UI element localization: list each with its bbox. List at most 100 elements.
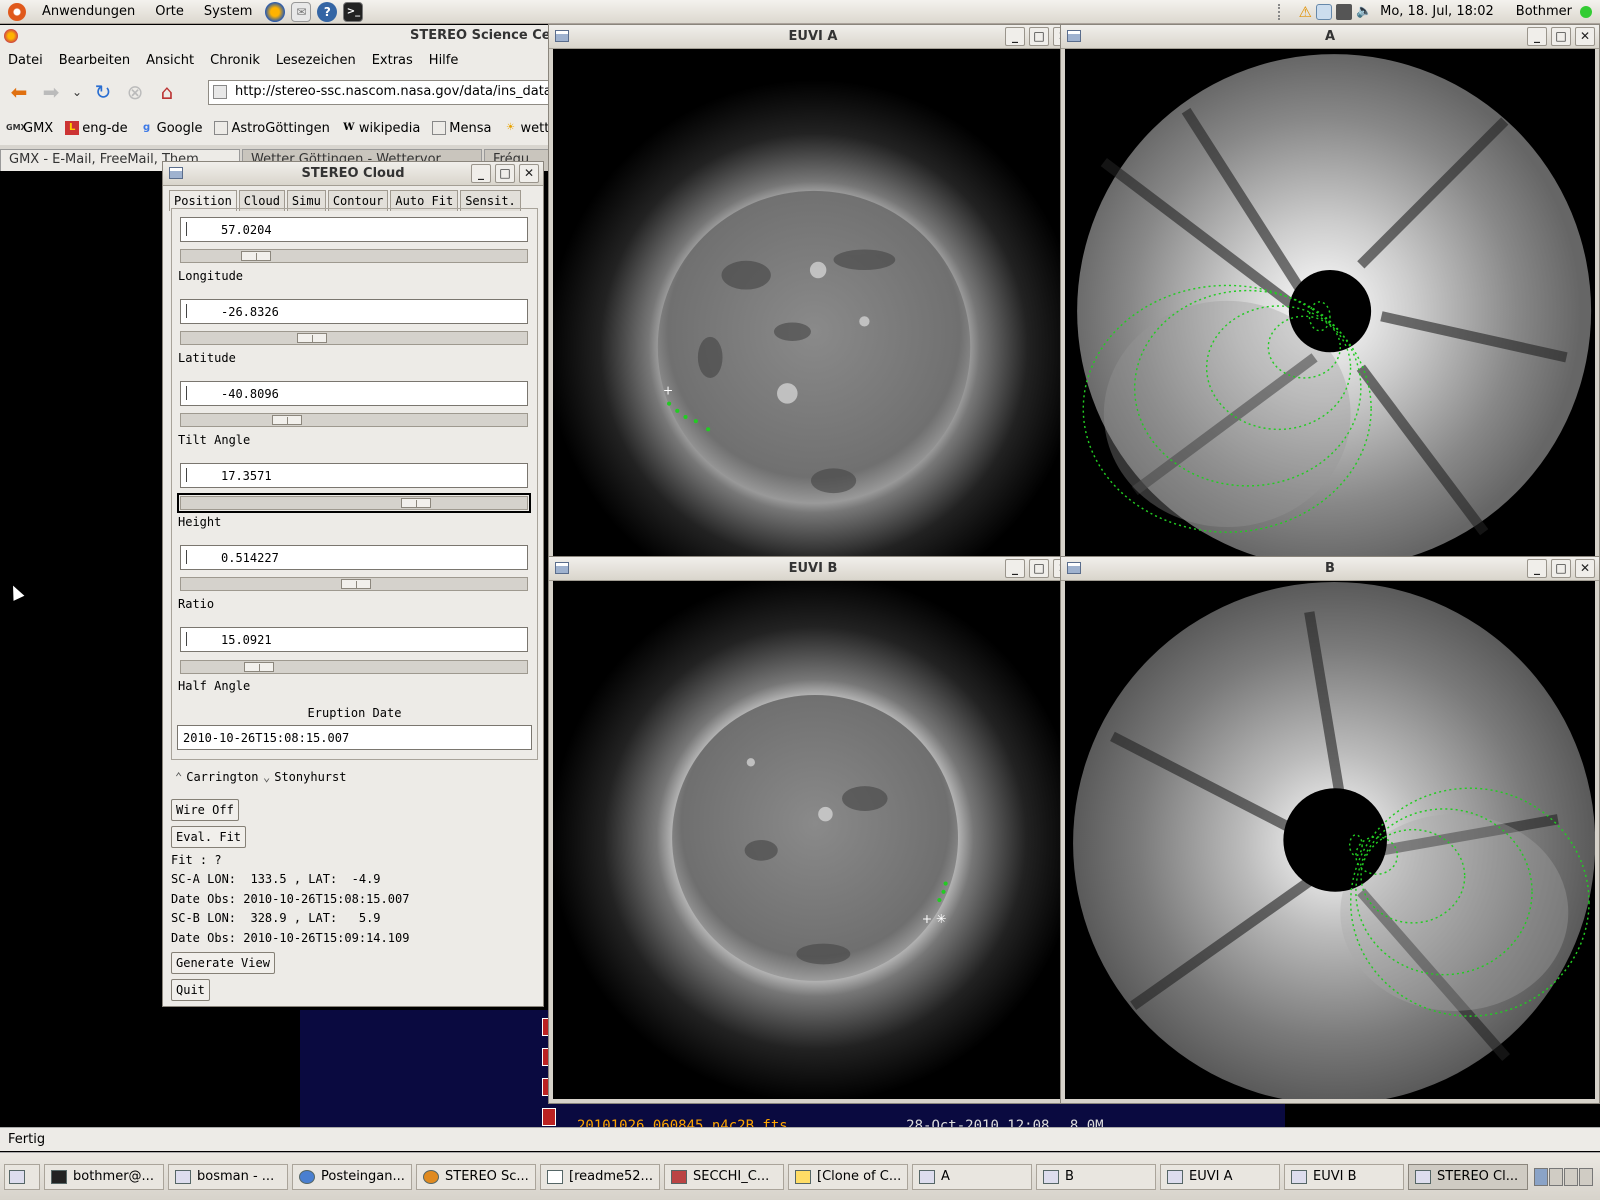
radio-carrington[interactable]: ⌃ Carrington xyxy=(175,770,258,784)
back-icon[interactable]: ⬅ xyxy=(6,79,32,105)
menu-applications[interactable]: Anwendungen xyxy=(32,4,145,19)
slider-thumb[interactable] xyxy=(272,415,302,425)
home-icon[interactable]: ⌂ xyxy=(154,79,180,105)
longitude-slider[interactable] xyxy=(180,249,528,263)
mail-launcher-icon[interactable]: ✉ xyxy=(291,1,312,22)
height-slider[interactable] xyxy=(177,493,531,513)
menu-chronik[interactable]: Chronik xyxy=(202,53,268,68)
ratio-slider[interactable] xyxy=(180,577,528,591)
maximize-icon[interactable]: □ xyxy=(1551,559,1571,578)
task-secchi[interactable]: SECCHI_C... xyxy=(664,1163,784,1190)
task-posteingang[interactable]: Posteingan... xyxy=(292,1163,412,1190)
latitude-field[interactable]: -26.8326 xyxy=(180,299,528,324)
site-identity-icon[interactable] xyxy=(213,85,227,99)
workspace-4[interactable] xyxy=(1579,1167,1593,1186)
menu-hilfe[interactable]: Hilfe xyxy=(421,53,467,68)
height-field[interactable]: 17.3571 xyxy=(180,463,528,488)
titlebar[interactable]: A _ □ ✕ xyxy=(1061,25,1599,49)
slider-thumb[interactable] xyxy=(241,251,271,261)
eruption-date-field[interactable]: 2010-10-26T15:08:15.007 xyxy=(177,725,532,750)
url-field[interactable]: http://stereo-ssc.nascom.nasa.gov/data/i… xyxy=(208,80,558,105)
titlebar[interactable]: STEREO Cloud _ □ ✕ xyxy=(163,162,543,186)
clock[interactable]: Mo, 18. Jul, 18:02 xyxy=(1380,4,1494,19)
wire-off-button[interactable]: Wire Off xyxy=(171,799,239,821)
tilt-angle-field[interactable]: -40.8096 xyxy=(180,381,528,406)
stop-icon[interactable]: ⊗ xyxy=(122,79,148,105)
menu-bearbeiten[interactable]: Bearbeiten xyxy=(51,53,138,68)
menu-ansicht[interactable]: Ansicht xyxy=(138,53,202,68)
titlebar[interactable]: EUVI A _□✕ xyxy=(549,25,1077,49)
workspace-2[interactable] xyxy=(1549,1167,1563,1186)
minimize-icon[interactable]: _ xyxy=(1005,27,1025,46)
minimize-icon[interactable]: _ xyxy=(1527,27,1547,46)
close-icon[interactable]: ✕ xyxy=(1575,559,1595,578)
task-stereo-science[interactable]: STEREO Sc... xyxy=(416,1163,536,1190)
history-dropdown-icon[interactable]: ⌄ xyxy=(70,79,84,105)
status-icon[interactable] xyxy=(1580,5,1592,18)
titlebar[interactable]: B _ □ ✕ xyxy=(1061,557,1599,581)
firefox-launcher-icon[interactable] xyxy=(265,1,286,22)
user-name[interactable]: Bothmer xyxy=(1516,4,1572,19)
half-angle-field[interactable]: 15.0921 xyxy=(180,627,528,652)
euvi-a-image[interactable]: + xyxy=(553,49,1073,563)
task-window-b[interactable]: B xyxy=(1036,1163,1156,1190)
minimize-icon[interactable]: _ xyxy=(1527,559,1547,578)
slider-thumb[interactable] xyxy=(244,662,274,672)
file-icon[interactable] xyxy=(542,1108,556,1126)
display-icon[interactable] xyxy=(1335,3,1352,20)
workspace-3[interactable] xyxy=(1564,1167,1578,1186)
maximize-icon[interactable]: □ xyxy=(495,164,515,183)
eval-fit-button[interactable]: Eval. Fit xyxy=(171,826,247,848)
task-euvi-b[interactable]: EUVI B xyxy=(1284,1163,1404,1190)
tilt-angle-slider[interactable] xyxy=(180,413,528,427)
close-icon[interactable]: ✕ xyxy=(1575,27,1595,46)
radio-stonyhurst[interactable]: ⌄ Stonyhurst xyxy=(263,770,346,784)
longitude-field[interactable]: 57.0204 xyxy=(180,217,528,242)
task-clone[interactable]: [Clone of C... xyxy=(788,1163,908,1190)
task-euvi-a[interactable]: EUVI A xyxy=(1160,1163,1280,1190)
slider-thumb[interactable] xyxy=(341,579,371,589)
bookmark-eng-de[interactable]: Leng-de xyxy=(59,121,133,136)
menu-datei[interactable]: Datei xyxy=(0,53,51,68)
task-terminal[interactable]: bothmer@... xyxy=(44,1163,164,1190)
cor-b-image[interactable] xyxy=(1065,581,1595,1099)
terminal-launcher-icon[interactable]: >_ xyxy=(343,1,364,22)
help-launcher-icon[interactable]: ? xyxy=(317,1,338,22)
bookmark-google[interactable]: g Google xyxy=(134,121,209,136)
task-stereo-cloud[interactable]: STEREO Cl... xyxy=(1408,1163,1528,1190)
bookmark-mensa[interactable]: Mensa xyxy=(426,121,497,136)
close-icon[interactable]: ✕ xyxy=(519,164,539,183)
ratio-field[interactable]: 0.514227 xyxy=(180,545,528,570)
generate-view-button[interactable]: Generate View xyxy=(171,952,275,974)
menu-lesezeichen[interactable]: Lesezeichen xyxy=(268,53,364,68)
workspace-1[interactable] xyxy=(1534,1167,1548,1186)
slider-thumb[interactable] xyxy=(297,333,327,343)
maximize-icon[interactable]: □ xyxy=(1551,27,1571,46)
menu-system[interactable]: System xyxy=(194,4,262,19)
task-bosman[interactable]: bosman - ... xyxy=(168,1163,288,1190)
task-window-a[interactable]: A xyxy=(912,1163,1032,1190)
warning-icon[interactable]: ⚠ xyxy=(1298,3,1311,21)
maximize-icon[interactable]: □ xyxy=(1029,559,1049,578)
half-angle-slider[interactable] xyxy=(180,660,528,674)
euvi-b-image[interactable]: + ✳ xyxy=(553,581,1073,1099)
task-readme[interactable]: [readme52... xyxy=(540,1163,660,1190)
latitude-slider[interactable] xyxy=(180,331,528,345)
titlebar[interactable]: EUVI B _□✕ xyxy=(549,557,1077,581)
workspace-switcher[interactable] xyxy=(1534,1167,1593,1186)
ubuntu-logo-icon[interactable] xyxy=(8,2,26,21)
minimize-icon[interactable]: _ xyxy=(471,164,491,183)
bookmark-wikipedia[interactable]: Wwikipedia xyxy=(336,121,426,136)
maximize-icon[interactable]: □ xyxy=(1029,27,1049,46)
slider-thumb[interactable] xyxy=(401,498,431,508)
cor-a-image[interactable] xyxy=(1065,49,1595,563)
menu-extras[interactable]: Extras xyxy=(364,53,421,68)
quit-button[interactable]: Quit xyxy=(171,979,210,1001)
show-desktop-button[interactable] xyxy=(4,1163,40,1190)
reload-icon[interactable]: ↻ xyxy=(90,79,116,105)
menu-places[interactable]: Orte xyxy=(145,4,194,19)
minimize-icon[interactable]: _ xyxy=(1005,559,1025,578)
network-icon[interactable] xyxy=(1315,3,1332,20)
bookmark-gmx[interactable]: GMX GMX xyxy=(0,121,59,136)
forward-icon[interactable]: ➡ xyxy=(38,79,64,105)
